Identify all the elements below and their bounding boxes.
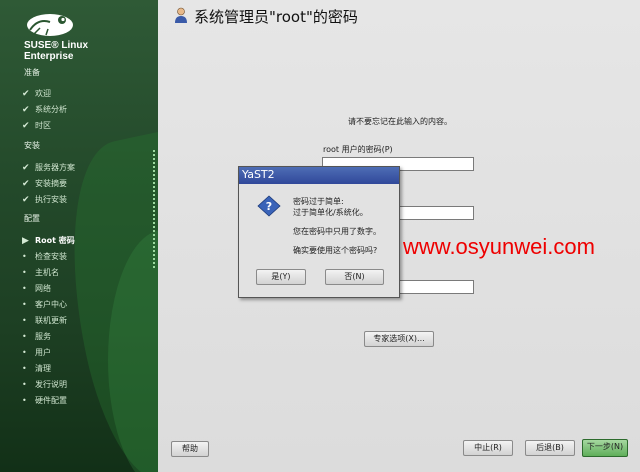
step-network: • 网络: [22, 284, 51, 293]
bullet-icon: •: [22, 268, 27, 277]
installer-sidebar: SUSE® Linux Enterprise 准备 ✔ 欢迎 ✔ 系统分析 ✔ 时区 …: [0, 0, 158, 472]
bullet-icon: •: [22, 348, 27, 357]
check-icon: ✔: [22, 89, 30, 99]
suse-gecko-logo-icon: [27, 14, 73, 36]
brand-line-1: SUSE® Linux: [24, 40, 89, 51]
abort-button[interactable]: 中止(R): [463, 440, 513, 456]
step-server-scenario: ✔ 服务器方案: [22, 163, 75, 173]
help-button[interactable]: 帮助: [171, 441, 209, 457]
brand-line-2: Enterprise: [24, 51, 74, 62]
section-prepare: 准备: [24, 68, 40, 77]
dialog-line-3: 您在密码中只用了数字。: [293, 227, 381, 236]
bullet-icon: •: [22, 364, 27, 373]
no-button[interactable]: 否(N): [325, 269, 384, 285]
step-hostname: • 主机名: [22, 268, 59, 277]
step-cleanup: • 清理: [22, 364, 51, 373]
step-services: • 服务: [22, 332, 51, 341]
weak-password-dialog: YaST2 ? 密码过于简单: 过于简单化/系统化。 您在密码中只用了数字。 确…: [238, 166, 400, 298]
step-welcome: ✔ 欢迎: [22, 89, 51, 99]
step-customer-center: • 客户中心: [22, 300, 67, 309]
bullet-icon: •: [22, 396, 27, 405]
check-icon: ✔: [22, 163, 30, 173]
reminder-text: 请不要忘记在此输入的内容。: [348, 117, 452, 126]
page-title: 系统管理员"root"的密码: [194, 8, 358, 26]
step-hardware-config: • 硬件配置: [22, 396, 67, 405]
yes-button[interactable]: 是(Y): [256, 269, 306, 285]
step-users: • 用户: [22, 348, 51, 357]
check-icon: ✔: [22, 105, 30, 115]
svg-text:?: ?: [266, 200, 272, 213]
back-button[interactable]: 后退(B): [525, 440, 575, 456]
dialog-titlebar[interactable]: YaST2: [239, 167, 399, 184]
step-timezone: ✔ 时区: [22, 121, 51, 131]
sidebar-dotted-divider: [153, 150, 155, 270]
step-check-install: • 检查安装: [22, 252, 67, 261]
password-label: root 用户的密码(P): [323, 145, 393, 154]
bullet-icon: •: [22, 332, 27, 341]
step-release-notes: • 发行说明: [22, 380, 67, 389]
next-button[interactable]: 下一步(N): [582, 439, 628, 457]
bullet-icon: •: [22, 252, 27, 261]
bullet-icon: •: [22, 316, 27, 325]
bullet-icon: •: [22, 284, 27, 293]
user-admin-icon: [175, 7, 187, 23]
bullet-icon: •: [22, 380, 27, 389]
arrow-right-icon: ▶: [22, 236, 29, 246]
bullet-icon: •: [22, 300, 27, 309]
step-install-summary: ✔ 安装摘要: [22, 179, 67, 189]
brand-name: SUSE® Linux Enterprise: [24, 40, 88, 62]
check-icon: ✔: [22, 195, 30, 205]
check-icon: ✔: [22, 179, 30, 189]
dialog-line-2: 过于简单化/系统化。: [293, 208, 368, 217]
step-online-update: • 联机更新: [22, 316, 67, 325]
watermark-text: www.osyunwei.com: [403, 234, 595, 259]
dialog-title: YaST2: [242, 168, 275, 181]
dialog-line-1: 密码过于简单:: [293, 197, 344, 206]
check-icon: ✔: [22, 121, 30, 131]
step-system-analysis: ✔ 系统分析: [22, 105, 67, 115]
step-root-password: ▶ Root 密码: [22, 236, 75, 246]
section-configure: 配置: [24, 214, 40, 223]
section-install: 安装: [24, 141, 40, 150]
question-icon: ?: [257, 195, 281, 217]
dialog-line-4: 确实要使用这个密码吗?: [293, 246, 378, 255]
expert-options-button[interactable]: 专家选项(X)...: [364, 331, 434, 347]
step-perform-install: ✔ 执行安装: [22, 195, 67, 205]
